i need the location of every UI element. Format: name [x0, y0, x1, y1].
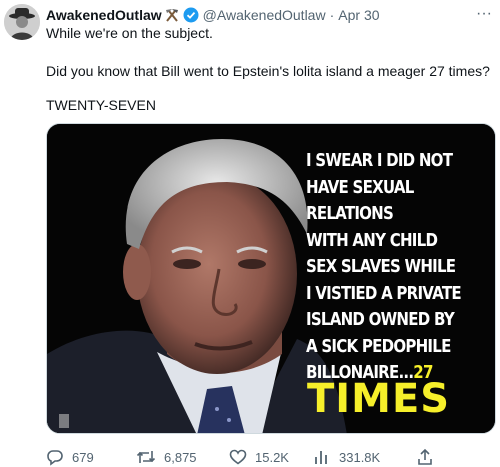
reply-count: 679 [72, 449, 94, 465]
repost-count: 6,875 [164, 449, 197, 465]
like-button[interactable]: 15.2K [229, 448, 289, 466]
separator: · [329, 7, 335, 23]
like-icon [229, 449, 247, 465]
caption-line: ISLAND OWNED BY [306, 310, 455, 330]
views-count: 331.8K [339, 449, 381, 465]
avatar[interactable] [4, 4, 40, 40]
reply-icon [47, 450, 63, 466]
reply-button[interactable]: 679 [46, 448, 94, 466]
tweet-text-line-2: Did you know that Bill went to Epstein's… [46, 63, 490, 79]
caption-line: SEX SLAVES WHILE [306, 257, 456, 277]
caption-line: RELATIONS [306, 204, 394, 224]
views-icon [315, 451, 327, 464]
caption-line: I SWEAR I DID NOT [306, 151, 453, 171]
user-handle[interactable]: @AwakenedOutlaw [203, 7, 326, 23]
like-count: 15.2K [255, 449, 289, 465]
caption-line: I VISTIED A PRIVATE [306, 283, 462, 304]
share-icon [418, 448, 432, 465]
caption-big-word: TIMES [307, 376, 451, 422]
action-bar: 679 6,875 15.2K 331.8K [46, 448, 496, 466]
image-caption: I SWEAR I DID NOT HAVE SEXUAL RELATIONS … [306, 148, 466, 387]
caption-line: A SICK PEDOPHILE [306, 336, 451, 357]
tweet-text-line-1: While we're on the subject. [46, 25, 213, 41]
display-name[interactable]: AwakenedOutlaw [46, 7, 162, 23]
caption-line: HAVE SEXUAL [306, 177, 414, 198]
repost-icon [136, 451, 156, 463]
hammer-pick-icon [164, 8, 180, 22]
tweet-header: AwakenedOutlaw @AwakenedOutlaw · Apr 30 [46, 6, 380, 24]
caption-line: WITH ANY CHILD [306, 230, 438, 251]
tweet-media-image[interactable]: I SWEAR I DID NOT HAVE SEXUAL RELATIONS … [46, 123, 496, 434]
verified-badge-icon [183, 7, 199, 23]
views-button[interactable]: 331.8K [313, 448, 380, 466]
repost-button[interactable]: 6,875 [136, 448, 197, 466]
more-options-icon[interactable]: ··· [476, 5, 492, 23]
tweet-date[interactable]: Apr 30 [338, 7, 379, 23]
share-button[interactable] [416, 448, 442, 466]
tweet-text-line-3: TWENTY-SEVEN [46, 97, 156, 113]
